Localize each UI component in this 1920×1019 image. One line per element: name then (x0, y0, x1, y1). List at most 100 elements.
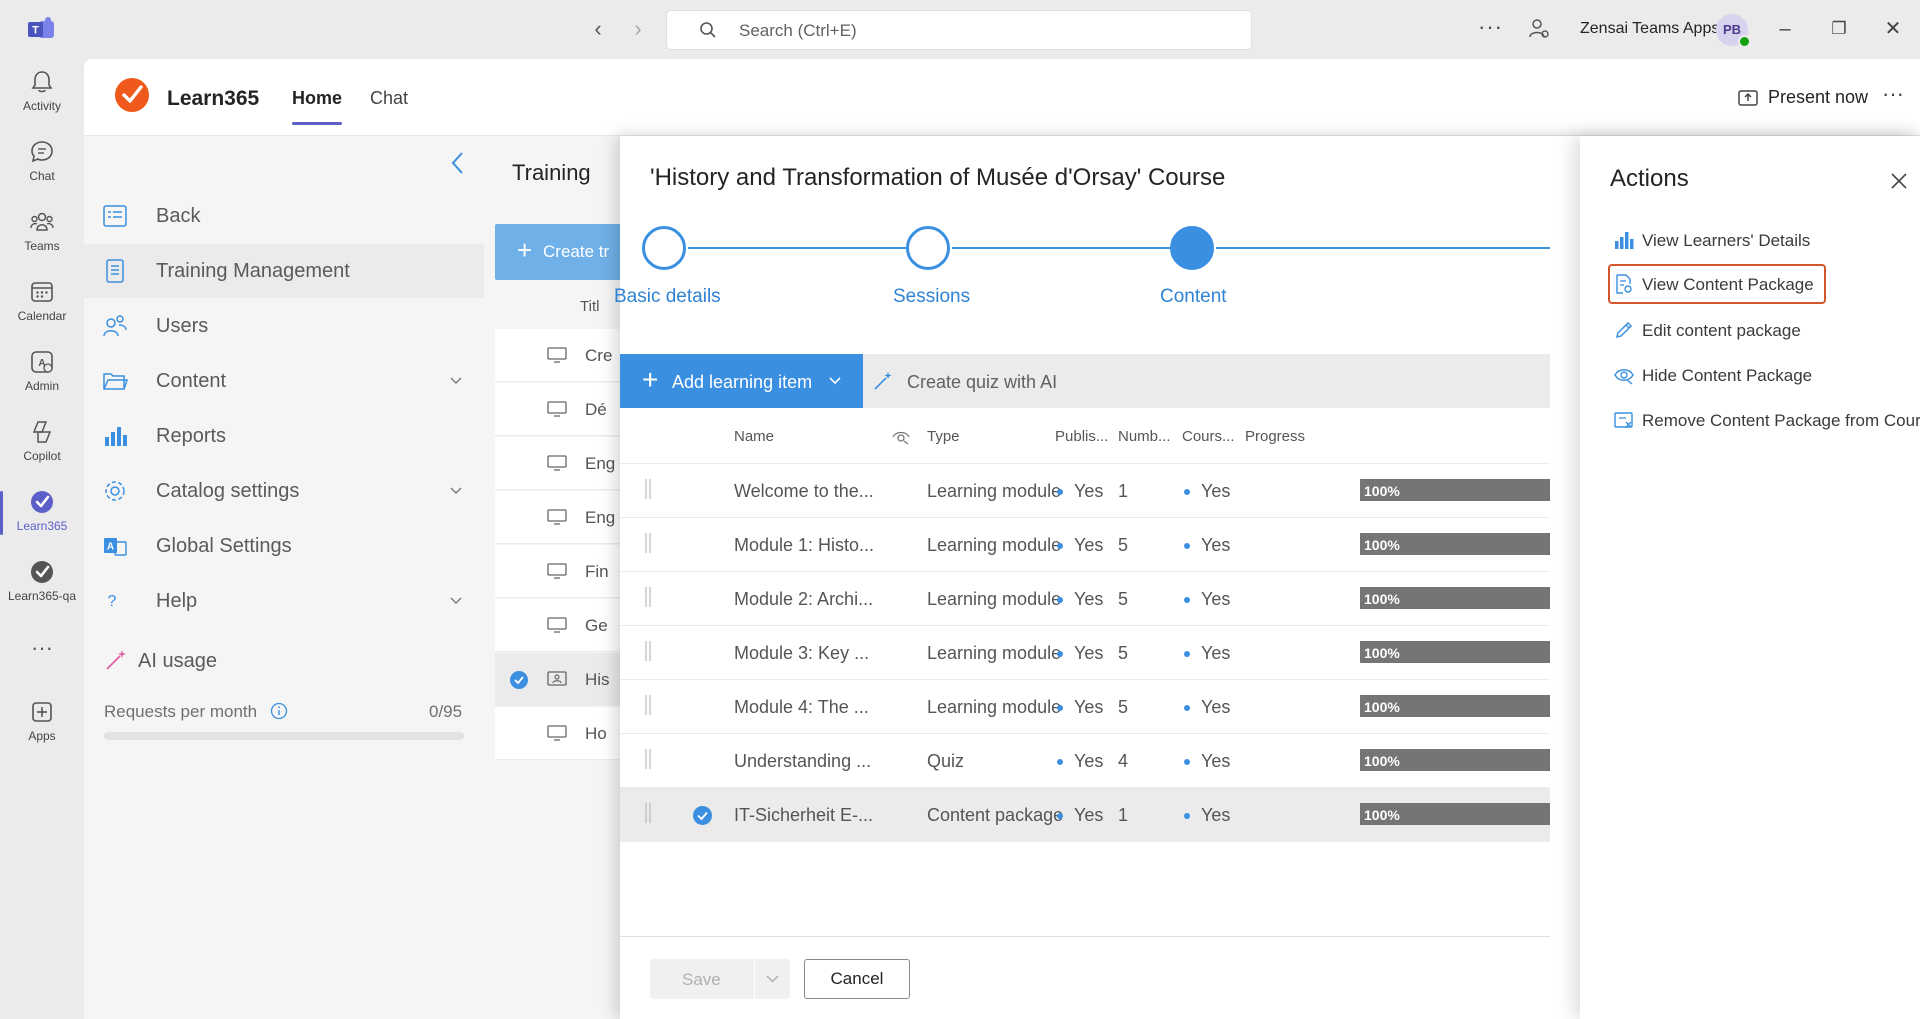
bar-chart-icon (105, 427, 127, 446)
rail-item-apps[interactable]: Apps (0, 689, 84, 757)
person-settings-icon[interactable] (1527, 17, 1551, 41)
avatar[interactable]: PB (1716, 14, 1751, 48)
drag-handle-icon[interactable] (645, 694, 651, 716)
rail-item-activity[interactable]: Activity (0, 59, 84, 127)
drag-handle-icon[interactable] (645, 478, 651, 500)
chevron-down-icon[interactable] (449, 374, 463, 388)
rail-item-learn365[interactable]: Learn365 (0, 479, 84, 547)
step-circle-content[interactable] (1170, 226, 1214, 270)
present-now-button[interactable]: Present now (1768, 87, 1868, 108)
minimize-icon[interactable]: – (1770, 14, 1800, 44)
chevron-down-icon[interactable] (449, 594, 463, 608)
cell-name[interactable]: Understanding ... (734, 751, 871, 772)
drag-handle-icon[interactable] (645, 640, 651, 662)
tab-chat[interactable]: Chat (370, 88, 408, 109)
column-header-progress[interactable]: Progress (1245, 428, 1305, 445)
drag-handle-icon[interactable] (645, 532, 651, 554)
search-input[interactable] (739, 19, 1219, 43)
add-learning-item-button[interactable]: + Add learning item (620, 354, 863, 408)
rail-label: Teams (24, 239, 60, 253)
step-circle-basic-details[interactable] (642, 226, 686, 270)
step-label-content[interactable]: Content (1160, 286, 1227, 308)
column-header-published[interactable]: Publis... (1055, 428, 1108, 445)
avatar-initials: PB (1722, 22, 1742, 37)
rail-item-admin[interactable]: A Admin (0, 339, 84, 407)
rail-item-copilot[interactable]: Copilot (0, 409, 84, 477)
rail-item-chat[interactable]: Chat (0, 129, 84, 197)
step-circle-sessions[interactable] (906, 226, 950, 270)
drag-handle-icon[interactable] (645, 748, 651, 770)
table-row[interactable]: Module 2: Archi... Learning module Yes 5 Yes… (620, 572, 1550, 626)
document-icon (106, 259, 124, 283)
teams-logo-icon[interactable]: T (26, 16, 56, 42)
checkmark-circle-icon[interactable] (509, 670, 529, 690)
drag-handle-icon[interactable] (645, 586, 651, 608)
cell-name[interactable]: Module 2: Archi... (734, 589, 873, 610)
sidebar-item-back[interactable]: Back (84, 189, 484, 243)
checkmark-circle-icon[interactable] (692, 805, 713, 826)
cell-published: Yes (1074, 751, 1104, 771)
drag-handle-icon[interactable] (645, 802, 651, 824)
forward-arrow-icon[interactable]: › (626, 17, 650, 41)
sidebar-item-help[interactable]: ? Help (84, 574, 484, 628)
info-icon[interactable] (270, 702, 288, 720)
table-row[interactable]: Module 3: Key ... Learning module Yes 5 Yes 1… (620, 626, 1550, 680)
rail-item-teams[interactable]: Teams (0, 199, 84, 267)
plus-box-icon (32, 702, 52, 722)
admin-icon: A (31, 351, 53, 373)
back-arrow-icon[interactable]: ‹ (586, 17, 610, 41)
chevron-down-icon[interactable] (449, 484, 463, 498)
close-icon[interactable] (1890, 172, 1908, 190)
progress-bar: 100% (1360, 641, 1550, 663)
step-label-sessions[interactable]: Sessions (893, 286, 970, 308)
action-view-content-package[interactable]: View Content Package (1608, 264, 1826, 304)
rail-item-learn365-qa[interactable]: Learn365-qa (0, 549, 84, 617)
table-row[interactable]: IT-Sicherheit E-... Content package Yes 1 Ye… (620, 788, 1550, 842)
action-hide-content-package[interactable]: Hide Content Package (1608, 355, 1910, 395)
action-remove-content-package[interactable]: Remove Content Package from Course (1608, 400, 1920, 440)
rail-label: Admin (24, 379, 59, 393)
rail-more[interactable]: ··· (0, 629, 84, 669)
cell-name[interactable]: Module 3: Key ... (734, 643, 869, 664)
column-header-title[interactable]: Titl (580, 298, 599, 315)
sidebar-item-reports[interactable]: Reports (84, 409, 484, 463)
sidebar-item-catalog-settings[interactable]: Catalog settings (84, 464, 484, 518)
action-edit-content-package[interactable]: Edit content package (1608, 310, 1910, 350)
column-header-course[interactable]: Cours... (1182, 428, 1235, 445)
teams-icon (30, 212, 54, 231)
cell-name[interactable]: Module 4: The ... (734, 697, 869, 718)
action-view-learners-details[interactable]: View Learners' Details (1608, 220, 1910, 260)
column-header-number[interactable]: Numb... (1118, 428, 1171, 445)
cell-name[interactable]: Welcome to the... (734, 481, 874, 502)
table-row[interactable]: Module 1: Histo... Learning module Yes 5 Yes… (620, 518, 1550, 572)
more-options-icon[interactable]: ··· (1478, 14, 1503, 40)
cell-name[interactable]: Module 1: Histo... (734, 535, 874, 556)
more-options-icon[interactable]: ··· (1882, 81, 1904, 107)
sidebar-item-content[interactable]: Content (84, 354, 484, 408)
column-header-name[interactable]: Name (734, 428, 774, 445)
visibility-icon[interactable] (892, 427, 910, 445)
save-label: Save (682, 970, 721, 989)
cancel-button[interactable]: Cancel (804, 959, 910, 999)
cell-type: Learning module (927, 697, 1062, 717)
rail-item-calendar[interactable]: Calendar (0, 269, 84, 337)
search-box[interactable] (666, 10, 1252, 50)
cell-name[interactable]: IT-Sicherheit E-... (734, 805, 873, 826)
learn365-qa-icon (31, 561, 53, 583)
save-button[interactable]: Save (650, 959, 790, 999)
close-window-icon[interactable]: ✕ (1878, 14, 1908, 44)
chevron-left-icon[interactable] (447, 148, 469, 178)
sidebar-item-global-settings[interactable]: A Global Settings (84, 519, 484, 573)
table-row[interactable]: Module 4: The ... Learning module Yes 5 Yes 1… (620, 680, 1550, 734)
cell-number: 5 (1118, 697, 1129, 717)
step-label-basic-details[interactable]: Basic details (614, 286, 721, 308)
restore-icon[interactable]: ❐ (1824, 14, 1854, 44)
column-header-type[interactable]: Type (927, 428, 960, 445)
tab-home[interactable]: Home (292, 88, 343, 125)
document-view-icon (1616, 274, 1632, 294)
chevron-down-icon[interactable] (766, 974, 779, 984)
table-row[interactable]: Understanding ... Quiz Yes 4 Yes 100% (620, 734, 1550, 788)
sidebar-item-training-management[interactable]: Training Management (84, 244, 484, 298)
table-row[interactable]: Welcome to the... Learning module Yes 1 Yes 1… (620, 464, 1550, 518)
sidebar-item-users[interactable]: Users (84, 299, 484, 353)
